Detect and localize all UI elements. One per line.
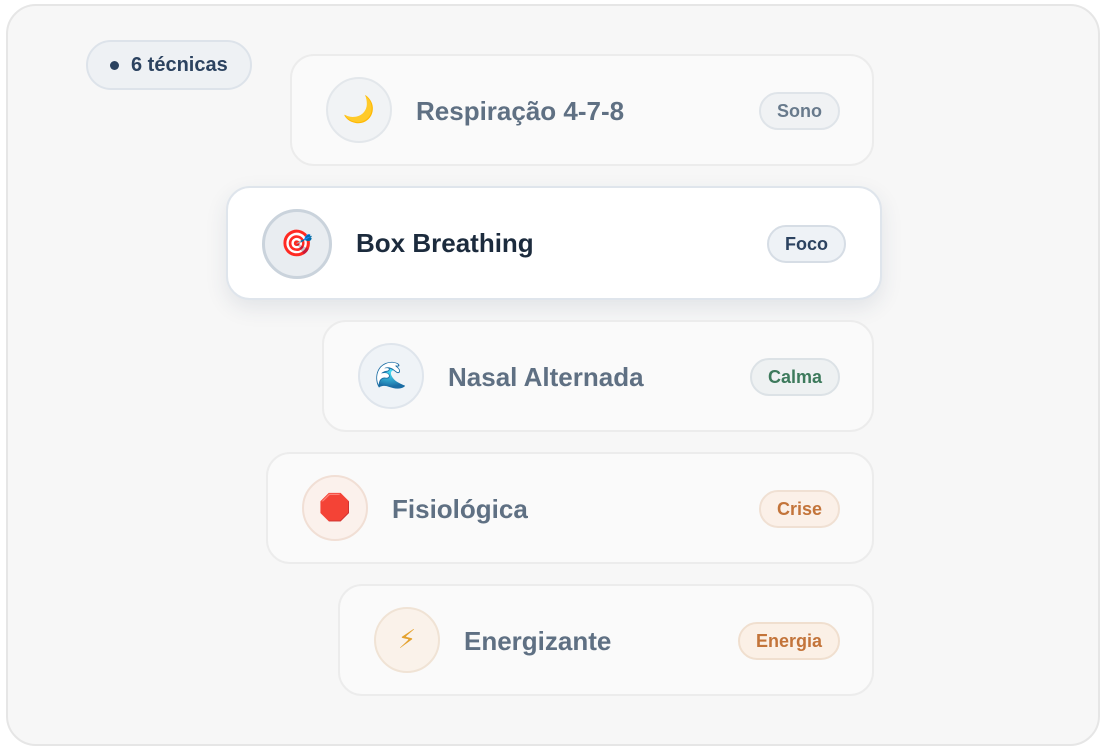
technique-card-respiracao-478[interactable]: 🌙 Respiração 4-7-8 Sono xyxy=(290,54,874,166)
target-icon: 🎯 xyxy=(262,209,332,279)
tag-badge: Sono xyxy=(759,92,840,130)
technique-name: Fisiológica xyxy=(392,494,528,524)
lightning-icon: ⚡ xyxy=(374,607,440,673)
technique-name: Respiração 4-7-8 xyxy=(416,96,625,126)
tag-badge: Foco xyxy=(767,225,846,263)
technique-card-nasal-alternada[interactable]: 🌊 Nasal Alternada Calma xyxy=(322,320,874,432)
count-pill: 6 técnicas xyxy=(86,40,252,90)
moon-icon: 🌙 xyxy=(326,77,392,143)
status-dot xyxy=(110,60,119,70)
stop-sign-icon: 🛑 xyxy=(302,475,368,541)
technique-card-energizante[interactable]: ⚡ Energizante Energia xyxy=(338,584,874,696)
wave-icon: 🌊 xyxy=(358,343,424,409)
tag-badge: Calma xyxy=(749,358,840,396)
technique-card-fisiologica[interactable]: 🛑 Fisiológica Crise xyxy=(266,452,874,564)
tag-badge: Energia xyxy=(737,622,840,660)
technique-name: Box Breathing xyxy=(356,228,534,258)
technique-name: Nasal Alternada xyxy=(448,362,644,392)
count-label: 6 técnicas xyxy=(131,53,228,76)
tag-badge: Crise xyxy=(758,490,840,528)
technique-name: Energizante xyxy=(464,626,612,656)
technique-card-box-breathing[interactable]: 🎯 Box Breathing Foco xyxy=(226,186,882,300)
